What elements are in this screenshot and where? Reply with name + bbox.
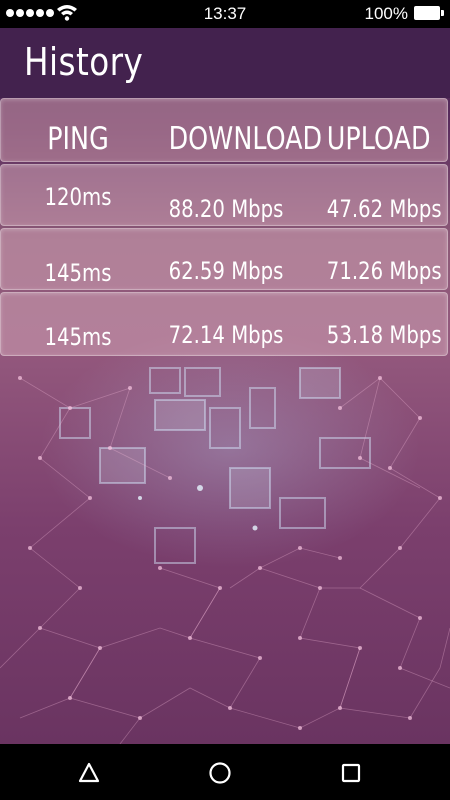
back-icon xyxy=(78,762,100,783)
row-ping: 120ms xyxy=(44,183,112,211)
row-download: 72.14 Mbps xyxy=(168,321,284,349)
header-download: DOWNLOAD xyxy=(168,121,323,157)
app-bar: History xyxy=(0,28,450,98)
row-ping: 145ms xyxy=(44,259,112,287)
row-download: 62.59 Mbps xyxy=(168,257,284,285)
battery-percent: 100% xyxy=(364,4,408,23)
app-content: History PING DOWNLOAD UPLOAD 120ms 88.20… xyxy=(0,28,450,744)
row-ping: 145ms xyxy=(44,323,112,351)
status-bar: 13:37 100% xyxy=(0,0,450,28)
row-upload: 53.18 Mbps xyxy=(326,321,442,349)
header-ping: PING xyxy=(47,121,109,157)
page-title: History xyxy=(24,40,144,84)
row-upload: 71.26 Mbps xyxy=(326,257,442,285)
row-upload: 47.62 Mbps xyxy=(326,195,442,223)
home-icon xyxy=(209,762,231,784)
table-row[interactable]: 120ms 88.20 Mbps 47.62 Mbps xyxy=(0,164,448,226)
table-row[interactable]: 145ms 72.14 Mbps 53.18 Mbps xyxy=(0,292,448,356)
table-header-row: PING DOWNLOAD UPLOAD xyxy=(0,98,448,162)
table-row[interactable]: 145ms 62.59 Mbps 71.26 Mbps xyxy=(0,228,448,290)
header-upload: UPLOAD xyxy=(326,121,431,157)
home-button[interactable] xyxy=(207,760,233,786)
recent-apps-icon xyxy=(341,763,361,783)
navigation-bar xyxy=(0,744,450,800)
back-button[interactable] xyxy=(76,760,102,786)
history-table: PING DOWNLOAD UPLOAD 120ms 88.20 Mbps 47… xyxy=(0,98,450,356)
battery-icon xyxy=(414,6,444,20)
row-download: 88.20 Mbps xyxy=(168,195,284,223)
recent-apps-button[interactable] xyxy=(338,760,364,786)
